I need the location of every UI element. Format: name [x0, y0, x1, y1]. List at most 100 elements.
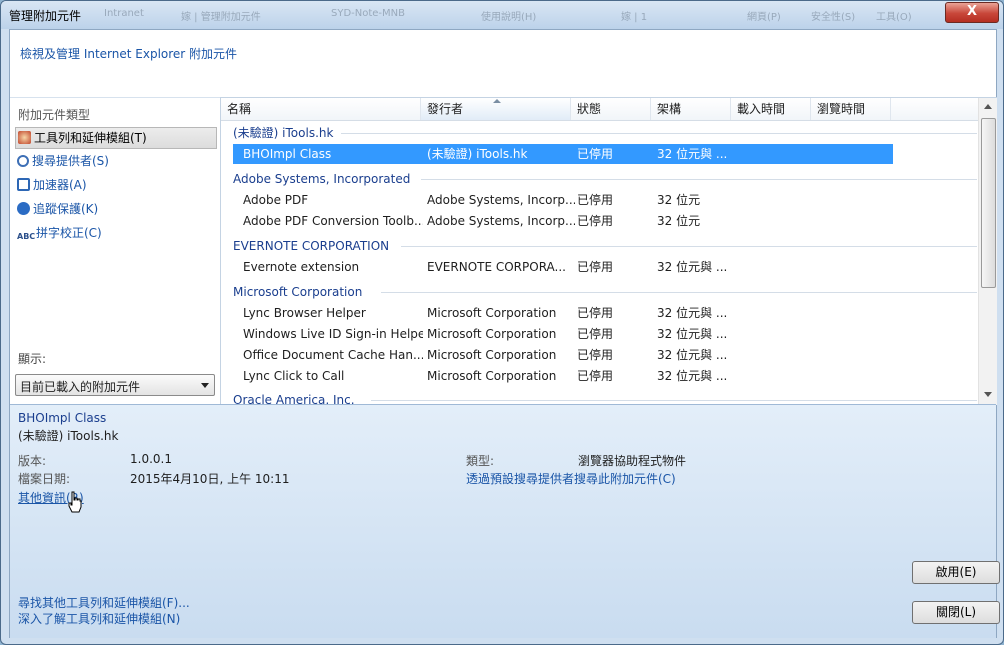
table-row[interactable]: Adobe PDF Adobe Systems, Incorp... 已停用 3…	[233, 190, 893, 210]
row-publisher: EVERNOTE CORPORA...	[427, 260, 566, 274]
title-bar[interactable]: 管理附加元件 Intranet 嫁 | 管理附加元件 SYD-Note-MNB …	[1, 1, 1003, 29]
sidebar-item-label: 工具列和延伸模組(T)	[34, 131, 147, 145]
group-header: (未驗證) iTools.hk	[233, 125, 340, 141]
show-dropdown-value: 目前已載入的附加元件	[20, 380, 141, 394]
row-name: Windows Live ID Sign-in Helper	[243, 327, 423, 341]
group-divider	[401, 246, 977, 247]
column-header-architecture[interactable]: 架構	[651, 98, 731, 120]
background-text: SYD-Note-MNB	[331, 8, 406, 19]
table-row[interactable]: BHOImpl Class (未驗證) iTools.hk 已停用 32 位元與…	[233, 144, 893, 164]
selected-addon-publisher: (未驗證) iTools.hk	[18, 429, 119, 443]
header-description: 檢視及管理 Internet Explorer 附加元件	[20, 47, 238, 61]
row-architecture: 32 位元與 ...	[657, 327, 728, 341]
column-header-status[interactable]: 狀態	[571, 98, 651, 120]
sidebar-item-toolbars[interactable]: 工具列和延伸模組(T)	[15, 127, 217, 149]
manage-addons-window: 管理附加元件 Intranet 嫁 | 管理附加元件 SYD-Note-MNB …	[0, 0, 1004, 645]
row-architecture: 32 位元與 ...	[657, 260, 728, 274]
sidebar-item-label: 加速器(A)	[33, 178, 87, 192]
table-row[interactable]: Evernote extension EVERNOTE CORPORA... 已…	[233, 257, 893, 277]
column-header-label: 狀態	[577, 102, 602, 116]
sidebar-item-tracking-protection[interactable]: 追蹤保護(K)	[15, 199, 215, 219]
window-title: 管理附加元件	[9, 9, 82, 23]
scroll-down-icon[interactable]	[984, 392, 992, 397]
background-text: Intranet	[104, 8, 144, 19]
version-label: 版本:	[18, 454, 47, 468]
row-status: 已停用	[577, 348, 614, 362]
table-row[interactable]: Windows Live ID Sign-in Helper Microsoft…	[233, 324, 893, 344]
sidebar-item-label: 拼字校正(C)	[36, 226, 102, 240]
addon-list: 名稱 發行者 狀態 架構 載入時間 瀏覽時間 (未驗證) iTools.hk B…	[220, 97, 997, 405]
close-button[interactable]: 關閉(L)	[912, 601, 1000, 624]
sort-ascending-icon	[493, 99, 501, 103]
background-text: 嫁 | 管理附加元件	[181, 12, 261, 23]
column-header-load-time[interactable]: 載入時間	[731, 98, 811, 120]
group-divider	[341, 133, 977, 134]
background-text: 安全性(S)	[811, 12, 856, 23]
row-publisher: Microsoft Corporation	[427, 369, 557, 383]
sidebar-item-accelerators[interactable]: 加速器(A)	[15, 175, 215, 195]
column-header-label: 架構	[657, 102, 682, 116]
addon-type-pane: 附加元件類型 工具列和延伸模組(T) 搜尋提供者(S) 加速器(A) 追蹤保護(…	[10, 97, 220, 405]
group-header: Microsoft Corporation	[233, 284, 369, 300]
learn-more-toolbars-link[interactable]: 深入了解工具列和延伸模組(N)	[18, 610, 180, 627]
row-name: Office Document Cache Han...	[243, 348, 423, 362]
column-header-navigation-time[interactable]: 瀏覽時間	[811, 98, 891, 120]
row-status: 已停用	[577, 369, 614, 383]
abc-spell-icon: ABC	[17, 232, 36, 241]
find-more-toolbars-link[interactable]: 尋找其他工具列和延伸模組(F)...	[18, 594, 190, 611]
table-row[interactable]: Adobe PDF Conversion Toolb... Adobe Syst…	[233, 211, 893, 231]
group-divider	[381, 292, 977, 293]
row-name: Adobe PDF	[243, 193, 309, 207]
row-name: Lync Click to Call	[243, 369, 345, 383]
group-header: EVERNOTE CORPORATION	[233, 238, 396, 254]
row-name: BHOImpl Class	[243, 147, 332, 161]
column-header-publisher[interactable]: 發行者	[421, 98, 571, 120]
addon-types-title: 附加元件類型	[18, 108, 91, 122]
row-publisher: (未驗證) iTools.hk	[427, 147, 528, 161]
background-text: 嫁 | 1	[621, 12, 648, 23]
row-architecture: 32 位元與 ...	[657, 147, 728, 161]
gear-icon	[18, 131, 31, 144]
close-icon: X	[966, 4, 978, 19]
table-row[interactable]: Office Document Cache Han... Microsoft C…	[233, 345, 893, 365]
row-name: Lync Browser Helper	[243, 306, 366, 320]
group-divider	[421, 179, 977, 180]
chevron-down-icon	[201, 383, 209, 388]
type-label: 類型:	[466, 454, 495, 468]
sidebar-item-spelling[interactable]: ABC拼字校正(C)	[15, 223, 215, 243]
column-header-row: 名稱 發行者 狀態 架構 載入時間 瀏覽時間	[221, 98, 979, 121]
background-text: 網頁(P)	[747, 12, 781, 23]
selected-addon-name: BHOImpl Class	[18, 411, 107, 425]
row-status: 已停用	[577, 260, 614, 274]
row-architecture: 32 位元與 ...	[657, 348, 728, 362]
row-name: Adobe PDF Conversion Toolb...	[243, 214, 423, 228]
background-text: 使用說明(H)	[481, 12, 537, 23]
type-value: 瀏覽器協助程式物件	[578, 454, 687, 468]
scrollbar-thumb[interactable]	[981, 118, 996, 288]
sidebar-item-label: 搜尋提供者(S)	[32, 154, 109, 168]
group-header: Adobe Systems, Incorporated	[233, 171, 417, 187]
row-architecture: 32 位元	[657, 193, 701, 207]
row-publisher: Adobe Systems, Incorp...	[427, 193, 575, 207]
enable-button[interactable]: 啟用(E)	[912, 561, 1000, 584]
close-window-button[interactable]: X	[945, 2, 999, 23]
column-header-name[interactable]: 名稱	[221, 98, 421, 120]
sidebar-item-label: 追蹤保護(K)	[33, 202, 99, 216]
row-publisher: Microsoft Corporation	[427, 348, 557, 362]
no-entry-icon	[17, 202, 30, 215]
dialog-client-area: 檢視及管理 Internet Explorer 附加元件 附加元件類型 工具列和…	[9, 29, 1000, 638]
row-architecture: 32 位元與 ...	[657, 306, 728, 320]
version-value: 1.0.0.1	[130, 452, 172, 466]
table-row[interactable]: Lync Click to Call Microsoft Corporation…	[233, 366, 893, 386]
details-pane: BHOImpl Class (未驗證) iTools.hk 版本: 1.0.0.…	[10, 404, 1000, 638]
table-row[interactable]: Lync Browser Helper Microsoft Corporatio…	[233, 303, 893, 323]
column-header-label: 發行者	[427, 102, 464, 116]
sidebar-item-search-providers[interactable]: 搜尋提供者(S)	[15, 151, 215, 171]
file-date-value: 2015年4月10日, 上午 10:11	[130, 472, 290, 486]
scroll-up-icon[interactable]	[984, 104, 992, 109]
search-addon-link[interactable]: 透過預設搜尋提供者搜尋此附加元件(C)	[466, 470, 676, 487]
show-dropdown[interactable]: 目前已載入的附加元件	[15, 374, 215, 396]
list-scrollbar[interactable]	[978, 98, 997, 405]
row-architecture: 32 位元與 ...	[657, 369, 728, 383]
show-label: 顯示:	[18, 352, 47, 366]
